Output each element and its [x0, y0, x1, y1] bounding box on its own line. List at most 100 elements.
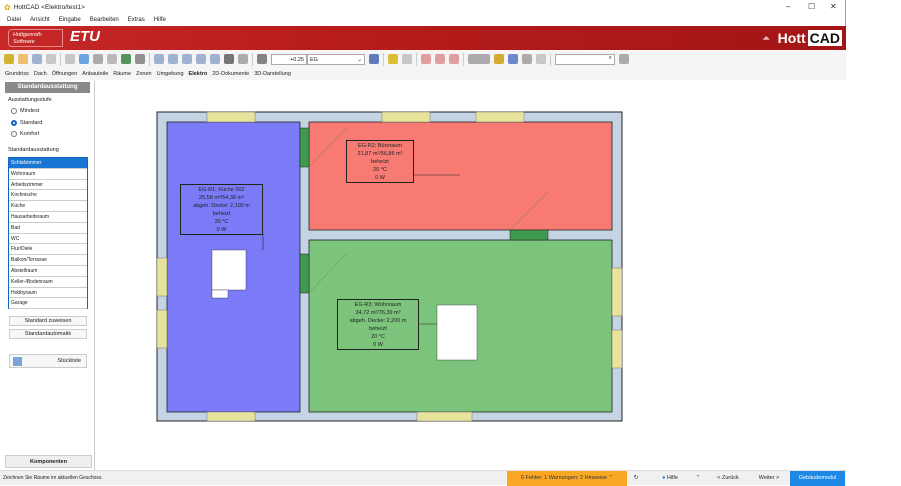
search-input[interactable]: ⌕	[555, 53, 615, 65]
zoom-fit-icon[interactable]	[168, 54, 178, 64]
list-item[interactable]: Abstellraum	[9, 266, 87, 277]
menu-bearbeiten[interactable]: Bearbeiten	[90, 17, 119, 23]
tab-bar: Grundriss Dach Öffnungen Anbauteile Räum…	[0, 68, 846, 80]
undo-icon[interactable]	[121, 54, 131, 64]
tab-3d-darstellung[interactable]: 3D-Darstellung	[254, 71, 291, 77]
back-button[interactable]: < Zurück	[708, 471, 748, 486]
split-icon[interactable]	[522, 54, 532, 64]
room-label-line: 0 W	[216, 227, 227, 233]
drawing-canvas[interactable]: EG-R1; Küche 002 25,58 m²/54,36 m³ abgeh. …	[96, 80, 846, 470]
list-icon[interactable]	[238, 54, 248, 64]
help-icon: ●	[662, 475, 666, 481]
tab-zonen[interactable]: Zonen	[136, 71, 152, 77]
divider	[416, 52, 417, 66]
components-button[interactable]: Komponenten	[5, 455, 92, 468]
tab-elektro[interactable]: Elektro	[189, 71, 208, 77]
list-item[interactable]: Balkon/Terrasse	[9, 255, 87, 266]
list-item[interactable]: Kochnische	[9, 190, 87, 202]
scale-icon[interactable]	[402, 54, 412, 64]
3d-icon[interactable]	[508, 54, 518, 64]
expand-icon[interactable]: ⌃	[691, 471, 705, 486]
building-module-button[interactable]: Gebäudemodul	[790, 471, 845, 486]
list-item[interactable]: Küche	[9, 201, 87, 212]
print-icon[interactable]	[93, 54, 103, 64]
layer3d-icon[interactable]	[536, 54, 546, 64]
snap3-icon[interactable]	[449, 54, 459, 64]
list-item[interactable]: Garage	[9, 298, 87, 310]
room-label-eg-r2[interactable]: EG-R2; Büroraum 21,87 m²/56,86 m³ beheizt 2…	[346, 140, 414, 183]
list-item[interactable]: Schlafzimmer	[9, 158, 87, 169]
standard-automatic-button[interactable]: Standardautomatik	[9, 329, 87, 339]
open-icon[interactable]	[18, 54, 28, 64]
radio-komfort[interactable]: Komfort	[11, 131, 39, 137]
snap-icon[interactable]	[421, 54, 431, 64]
app-window: ✿ HottCAD <Elektro/test1> – ☐ ✕ Datei An…	[0, 0, 846, 486]
room-type-list[interactable]: Schlafzimmer Wohnraum Arbeitszimmer Kochnis…	[8, 157, 88, 310]
tab-grundriss[interactable]: Grundriss	[5, 71, 29, 77]
list-item[interactable]: Hausarbeitsraum	[9, 212, 87, 223]
zoom-in-icon[interactable]	[182, 54, 192, 64]
collapse-icon[interactable]: ⏶	[762, 33, 769, 44]
radio-mindest[interactable]: Mindest	[11, 108, 39, 114]
height-field[interactable]: +0,25	[271, 53, 307, 65]
tab-dach[interactable]: Dach	[34, 71, 47, 77]
room-label-line: abgeh. Decke: 2,100 m	[193, 203, 250, 209]
assign-standard-button[interactable]: Standard zuweisen	[9, 316, 87, 326]
menu-ansicht[interactable]: Ansicht	[30, 17, 50, 23]
house-icon[interactable]	[65, 54, 75, 64]
room-label-line: 21,87 m²/56,86 m³	[357, 151, 403, 157]
hottcad-logo: ⏶ Hott CAD	[762, 30, 842, 46]
zoom-out-icon[interactable]	[196, 54, 206, 64]
next-button[interactable]: Weiter >	[750, 471, 788, 486]
save-icon[interactable]	[32, 54, 42, 64]
redo-icon[interactable]	[135, 54, 145, 64]
help-button[interactable]: ● Hilfe	[650, 471, 690, 486]
sun-icon[interactable]	[224, 54, 234, 64]
room-label-eg-r3[interactable]: EG-R3; Wohnraum 34,72 m²/76,39 m³ abgeh. D…	[337, 299, 419, 350]
tab-umgebung[interactable]: Umgebung	[157, 71, 184, 77]
dimension-icon[interactable]	[388, 54, 398, 64]
menu-extras[interactable]: Extras	[128, 17, 145, 23]
tab-anbauteile[interactable]: Anbauteile	[82, 71, 108, 77]
floor-select[interactable]: EG ⌄	[307, 53, 365, 65]
list-item[interactable]: Flur/Diele	[9, 244, 87, 256]
list-item[interactable]: Bad	[9, 223, 87, 234]
snap2-icon[interactable]	[435, 54, 445, 64]
menu-datei[interactable]: Datei	[7, 17, 21, 23]
minimize-button[interactable]: –	[786, 2, 790, 11]
divider	[252, 52, 253, 66]
messages-button[interactable]: 0 Fehler; 1 Warnungen; 2 Hinweise ⌃	[507, 471, 627, 486]
menu-eingabe[interactable]: Eingabe	[59, 17, 81, 23]
list-item[interactable]: Hobbyraum	[9, 288, 87, 299]
radio-standard[interactable]: Standard	[11, 120, 42, 126]
magnet-icon[interactable]	[46, 54, 56, 64]
tab-raeume[interactable]: Räume	[113, 71, 131, 77]
floor-icon[interactable]	[257, 54, 267, 64]
list-item[interactable]: Keller-/Bodenraum	[9, 277, 87, 288]
snowflake-icon[interactable]	[79, 54, 89, 64]
list-item[interactable]: Arbeitszimmer	[9, 180, 87, 191]
menu-hilfe[interactable]: Hilfe	[154, 17, 166, 23]
copy-icon[interactable]	[107, 54, 117, 64]
bom-button[interactable]: Stückliste	[9, 354, 87, 368]
refresh-icon[interactable]: ↻	[629, 471, 643, 486]
list-item[interactable]: Wohnraum	[9, 169, 87, 180]
settings-icon[interactable]	[619, 54, 629, 64]
tab-2d-dokumente[interactable]: 2D-Dokumente	[212, 71, 249, 77]
divider	[463, 52, 464, 66]
list-item[interactable]: WC	[9, 234, 87, 245]
floor-plan[interactable]	[96, 80, 846, 470]
room-label-eg-r1[interactable]: EG-R1; Küche 002 25,58 m²/54,36 m³ abgeh. …	[180, 184, 263, 235]
toolbar: +0,25 EG ⌄ ⌕	[0, 50, 846, 68]
close-button[interactable]: ✕	[830, 2, 837, 11]
cube-icon[interactable]	[494, 54, 504, 64]
floors-icon[interactable]	[369, 54, 379, 64]
maximize-button[interactable]: ☐	[808, 2, 815, 11]
layers-icon[interactable]	[4, 54, 14, 64]
room-label-line: 34,72 m²/76,39 m³	[355, 310, 401, 316]
view-icon[interactable]	[210, 54, 220, 64]
zoom-window-icon[interactable]	[154, 54, 164, 64]
hottgenroth-logo: Hottgenroth Software	[8, 29, 63, 47]
tab-oeffnungen[interactable]: Öffnungen	[52, 71, 78, 77]
terrain-icon[interactable]	[468, 54, 490, 64]
